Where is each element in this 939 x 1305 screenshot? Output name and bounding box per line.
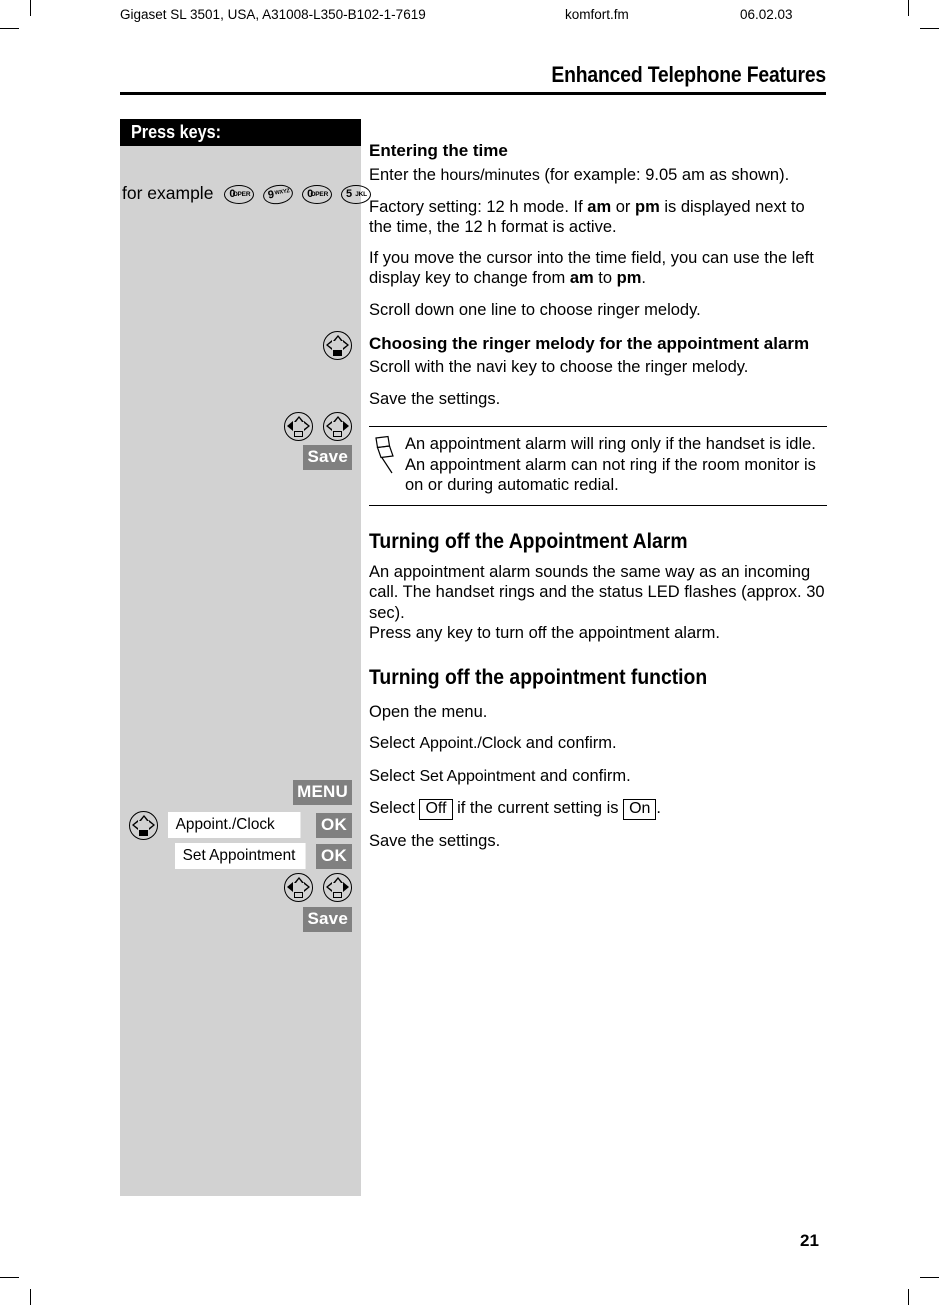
softkey-menu-row: MENU: [293, 779, 352, 805]
text-pm-bold-2: pm: [616, 269, 642, 287]
text-select-3: Select: [369, 799, 420, 817]
text-pm-bold-1: pm: [634, 197, 660, 216]
document-id-text: Gigaset SL 3501, USA, A31008-L350-B102-1…: [120, 7, 426, 22]
paragraph-select-appointment-clock: Select Appoint./Clock and confirm.: [369, 733, 827, 755]
text-am-bold-2: am: [569, 269, 594, 287]
note-box: An appointment alarm will ring only if t…: [369, 426, 827, 506]
text-select-1: Select: [369, 734, 420, 752]
text-am-bold-1: am: [587, 197, 612, 216]
text-enter-the: Enter the: [369, 166, 441, 184]
value-box-off: Off: [419, 799, 453, 820]
navi-key-left-right-row-2: [284, 872, 352, 902]
softkey-save-button-2[interactable]: Save: [303, 906, 352, 932]
menu-entry-row-appointment-clock: Appoint./Clock OK: [129, 810, 352, 840]
heading-turning-off-appointment-function: Turning off the appointment function: [369, 664, 708, 689]
keypad-sequence-row: for example 0 OPER 9 WXYZ 0 OPER 5 JKL: [122, 182, 371, 207]
keypad-key-digit: 5: [345, 187, 353, 200]
navi-key-right-icon[interactable]: [323, 411, 352, 441]
keypad-key-letters: JKL: [355, 190, 367, 198]
text-if-current-setting: if the current setting is: [452, 799, 624, 817]
softkey-menu-button[interactable]: MENU: [293, 779, 352, 805]
crop-mark-bottom-right-horizontal: [920, 1277, 939, 1278]
text-or: or: [611, 197, 635, 216]
menu-entry-label-appointment-clock[interactable]: Appoint./Clock: [168, 812, 301, 838]
text-period-2: .: [656, 799, 662, 817]
crop-mark-top-right-horizontal: [920, 28, 939, 29]
text-appointment-clock-menu: Appoint./Clock: [419, 735, 522, 752]
keypad-key-letters: OPER: [232, 190, 251, 198]
press-keys-header-label: Press keys:: [131, 122, 222, 142]
keypad-key-0-oper-icon-2[interactable]: 0 OPER: [302, 184, 333, 204]
document-date-text: 06.02.03: [740, 7, 793, 22]
body-text-column: Entering the time Enter the hours/minute…: [369, 140, 827, 852]
paragraph-alarm-sounds-like-call: An appointment alarm sounds the same way…: [369, 562, 825, 622]
softkey-ok-button-1[interactable]: OK: [316, 812, 352, 838]
crop-mark-bottom-right-vertical: [908, 1289, 909, 1305]
paragraph-scroll-down-one-line: Scroll down one line to choose ringer me…: [369, 300, 701, 319]
press-keys-header-bar: Press keys:: [120, 119, 361, 146]
navi-key-down-icon-menu[interactable]: [129, 810, 158, 840]
crop-mark-top-right-vertical: [908, 0, 909, 16]
paragraph-select-set-appointment: Select Set Appointment and confirm.: [369, 766, 827, 788]
navi-key-right-icon-2[interactable]: [323, 872, 352, 902]
source-file-name-text: komfort.fm: [565, 7, 629, 22]
note-text: An appointment alarm will ring only if t…: [405, 435, 816, 494]
heading-choosing-ringer-melody: Choosing the ringer melody for the appoi…: [369, 334, 810, 353]
navi-key-down-row: [323, 330, 352, 360]
text-to: to: [593, 269, 617, 287]
value-box-on: On: [623, 799, 657, 820]
keypad-key-9-wxyz-icon[interactable]: 9 WXYZ: [261, 182, 295, 207]
text-select-2: Select: [369, 766, 420, 785]
menu-entry-label-set-appointment[interactable]: Set Appointment: [175, 843, 306, 869]
crop-mark-bottom-left-vertical: [30, 1289, 31, 1305]
softkey-save-button[interactable]: Save: [303, 444, 352, 470]
crop-mark-top-left-vertical: [30, 0, 31, 16]
keypad-key-5-jkl-icon[interactable]: 5 JKL: [340, 184, 371, 204]
paragraph-enter-hours-minutes: Enter the hours/minutes (for example: 9.…: [369, 165, 827, 187]
text-period: .: [641, 269, 646, 287]
heading-entering-the-time: Entering the time: [369, 141, 508, 160]
text-and-confirm-2: and confirm.: [535, 766, 631, 785]
running-head: Gigaset SL 3501, USA, A31008-L350-B102-1…: [120, 6, 820, 24]
paragraph-press-any-key: Press any key to turn off the appointmen…: [369, 624, 720, 642]
paragraph-factory-setting: Factory setting: 12 h mode. If am or pm …: [369, 197, 827, 238]
crop-mark-bottom-left-horizontal: [0, 1277, 19, 1278]
press-keys-panel: Press keys: for example 0 OPER 9 WXYZ 0 …: [120, 119, 371, 1196]
paragraph-select-off-if-on: Select Off if the current setting is On.: [369, 798, 827, 820]
chapter-title: Enhanced Telephone Features: [551, 62, 826, 87]
chapter-title-rule: [120, 92, 826, 95]
text-and-confirm-1: and confirm.: [521, 734, 617, 752]
softkey-ok-button-2[interactable]: OK: [316, 843, 352, 869]
keypad-key-0-oper-icon[interactable]: 0 OPER: [224, 184, 255, 204]
text-hours-minutes: hours/minutes: [440, 167, 540, 184]
navi-key-left-icon-2[interactable]: [284, 872, 313, 902]
paragraph-save-the-settings-1: Save the settings.: [369, 389, 501, 408]
navi-key-left-icon[interactable]: [284, 411, 313, 441]
paragraph-save-the-settings-2: Save the settings.: [369, 832, 501, 850]
keypad-key-letters: WXYZ: [274, 188, 291, 197]
keypad-key-letters: OPER: [310, 190, 329, 198]
push-pin-icon: [375, 435, 394, 474]
crop-mark-top-left-horizontal: [0, 28, 19, 29]
paragraph-cursor-time-field: If you move the cursor into the time fie…: [369, 248, 827, 289]
navi-key-left-right-row: [284, 411, 352, 441]
text-set-appointment-menu: Set Appointment: [419, 767, 536, 785]
text-factory-setting: Factory setting: 12 h mode. If: [369, 197, 588, 216]
paragraph-scroll-with-navi-key: Scroll with the navi key to choose the r…: [369, 358, 749, 376]
softkey-save-row: Save: [303, 444, 352, 470]
heading-turning-off-appointment-alarm: Turning off the Appointment Alarm: [369, 528, 688, 553]
page-number: 21: [800, 1231, 819, 1250]
for-example-label: for example: [122, 183, 214, 203]
menu-entry-row-set-appointment: Set Appointment OK: [175, 843, 352, 869]
softkey-save-row-2: Save: [303, 906, 352, 932]
text-for-example-905: (for example: 9.05 am as shown).: [539, 166, 790, 184]
navi-key-down-icon[interactable]: [323, 330, 352, 360]
paragraph-open-the-menu: Open the menu.: [369, 702, 488, 721]
